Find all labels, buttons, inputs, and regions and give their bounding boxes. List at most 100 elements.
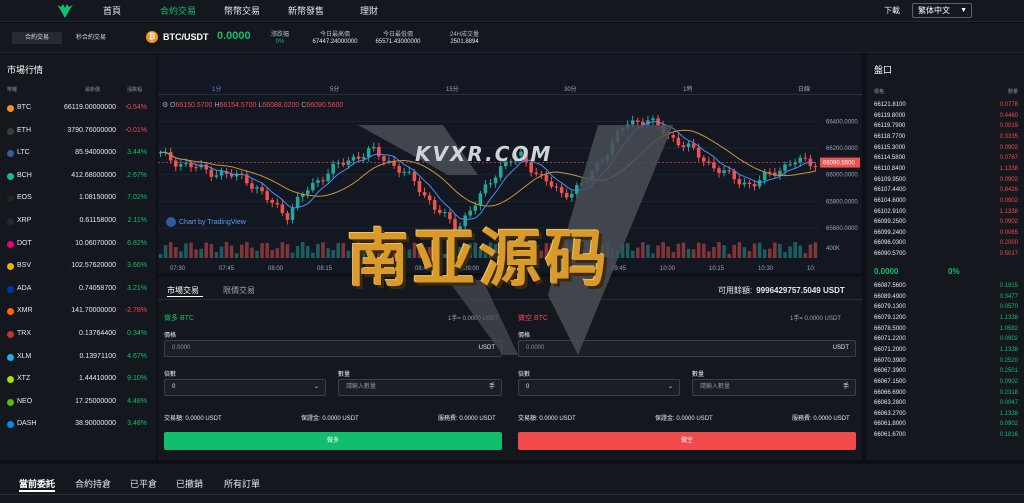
logo[interactable] (56, 3, 74, 21)
nav-home[interactable]: 首頁 (103, 0, 121, 22)
market-row-bch[interactable]: BCH 412.68000000 2.67% (0, 168, 156, 191)
bids-row[interactable]: 66067.3900 0.2501 (866, 368, 1024, 378)
asks-row[interactable]: 66119.8000 0.4460 (866, 113, 1024, 123)
tf-1m[interactable]: 1分 (212, 84, 221, 93)
market-row-ada[interactable]: ADA 0.74058700 3.21% (0, 281, 156, 304)
tradingview-brand[interactable]: Chart by TradingView (166, 217, 246, 227)
candle-body (727, 170, 731, 172)
asks-row[interactable]: 66118.7700 0.3335 (866, 134, 1024, 144)
candle-body (635, 120, 640, 122)
market-row-bsv[interactable]: BSV 102.57620000 3.66% (0, 258, 156, 281)
bids-row[interactable]: 66063.2800 0.0047 (866, 400, 1024, 410)
nav-spot[interactable]: 幣幣交易 (224, 0, 260, 22)
tf-1h[interactable]: 1時 (683, 84, 692, 93)
tab-all-orders[interactable]: 所有訂單 (224, 477, 260, 490)
mode-tab-seconds[interactable]: 秒合約交易 (64, 32, 118, 44)
asks-row[interactable]: 66096.0300 0.2000 (866, 240, 1024, 250)
asks-row[interactable]: 66121.8100 0.0778 (866, 102, 1024, 112)
volume-bar (189, 242, 193, 258)
bids-row[interactable]: 66089.4900 0.3477 (866, 294, 1024, 304)
tf-5m[interactable]: 5分 (330, 84, 339, 93)
asks-row[interactable]: 66090.5700 0.5017 (866, 251, 1024, 261)
volume-bar (417, 243, 422, 258)
tf-30m[interactable]: 30分 (564, 84, 577, 93)
tf-day[interactable]: 日線 (798, 84, 810, 93)
volume-bar (498, 252, 503, 258)
bids-row[interactable]: 66061.8000 0.0902 (866, 421, 1024, 431)
market-row-xtz[interactable]: XTZ 1.44410000 9.10% (0, 371, 156, 394)
market-row-ltc[interactable]: LTC 85.94000000 3.44% (0, 145, 156, 168)
nav-new-coins[interactable]: 新幣發售 (288, 0, 324, 22)
bids-qty: 1.0582 (999, 325, 1018, 332)
asks-row[interactable]: 66102.9100 1.1338 (866, 209, 1024, 219)
market-row-xrp[interactable]: XRP 0.61158000 2.11% (0, 213, 156, 236)
volume-value: 2501.8894 (450, 39, 479, 45)
market-row-xmr[interactable]: XMR 141.70000000 -2.78% (0, 303, 156, 326)
volume-bar (559, 248, 564, 258)
short-qty-input[interactable]: 請輸入數量 手 (692, 379, 856, 396)
asks-qty: 0.0902 (999, 176, 1018, 183)
market-row-dash[interactable]: DASH 38.90000000 3.48% (0, 416, 156, 439)
long-qty-input[interactable]: 請輸入數量 手 (338, 379, 502, 396)
tab-current-orders[interactable]: 當前委託 (19, 477, 55, 490)
asks-row[interactable]: 66099.2500 0.0902 (866, 219, 1024, 229)
bids-row[interactable]: 66070.3900 0.2520 (866, 358, 1024, 368)
market-row-btc[interactable]: BTC 66119.00000000 -0.54% (0, 100, 156, 123)
ticker-bar: 合約交易 秒合約交易 ₿ BTC/USDT 0.0000 漲跌幅 0% 今日最高… (0, 23, 1024, 53)
nav-finance[interactable]: 理財 (360, 0, 378, 22)
asks-row[interactable]: 66115.3000 0.0902 (866, 145, 1024, 155)
volume-bar (158, 254, 163, 258)
short-price-field[interactable]: 0.0000 USDT (518, 340, 856, 357)
asks-row[interactable]: 66104.6000 0.0902 (866, 198, 1024, 208)
asks-row[interactable]: 66099.2400 0.0065 (866, 230, 1024, 240)
bids-row[interactable]: 66078.5000 1.0582 (866, 326, 1024, 336)
tf-15m[interactable]: 15分 (446, 84, 459, 93)
volume-bar (727, 253, 731, 258)
long-leverage-select[interactable]: 0 ⌄ (164, 379, 326, 396)
asks-qty: 0.4460 (999, 112, 1018, 119)
coin-icon (7, 172, 14, 180)
market-row-eth[interactable]: ETH 3790.76000000 -0.01% (0, 123, 156, 146)
nav-contract[interactable]: 合約交易 (160, 0, 196, 22)
long-price-field[interactable]: 0.0000 USDT (164, 340, 502, 357)
market-row-dot[interactable]: DOT 10.06070000 6.82% (0, 236, 156, 259)
bids-row[interactable]: 66063.2700 1.1338 (866, 411, 1024, 421)
bids-row[interactable]: 66067.1500 0.0902 (866, 379, 1024, 389)
bids-row[interactable]: 66087.5600 0.1915 (866, 283, 1024, 293)
bids-row[interactable]: 66066.6900 0.2318 (866, 390, 1024, 400)
bids-row[interactable]: 66079.1200 1.1338 (866, 315, 1024, 325)
volume-bar (788, 246, 792, 258)
bids-row[interactable]: 66071.2200 0.0902 (866, 336, 1024, 346)
market-row-neo[interactable]: NEO 17.25000000 4.48% (0, 394, 156, 417)
bids-row[interactable]: 66061.6700 0.1816 (866, 432, 1024, 442)
market-change: -0.01% (124, 126, 147, 134)
asks-row[interactable]: 66107.4400 0.8426 (866, 187, 1024, 197)
asks-row[interactable]: 66109.9500 0.0902 (866, 177, 1024, 187)
time-tick-label: 09:30 (562, 266, 578, 272)
bids-row[interactable]: 66071.2000 1.1338 (866, 347, 1024, 357)
language-select[interactable]: 繁体中文 ▼ (912, 3, 972, 18)
market-row-xlm[interactable]: XLM 0.13971100 4.67% (0, 349, 156, 372)
tab-closed[interactable]: 已平倉 (130, 477, 157, 490)
mode-tab-contract[interactable]: 合約交易 (12, 32, 62, 44)
bids-qty: 0.0047 (999, 400, 1018, 407)
short-button[interactable]: 做空 (518, 432, 856, 450)
download-link[interactable]: 下載 (884, 0, 900, 22)
tab-positions[interactable]: 合約持倉 (75, 477, 111, 490)
asks-row[interactable]: 66110.8400 1.1338 (866, 166, 1024, 176)
volume-bar (270, 250, 275, 258)
asks-row[interactable]: 66119.7900 0.0019 (866, 123, 1024, 133)
bids-qty: 0.2520 (999, 357, 1018, 364)
short-leverage-select[interactable]: 0 ⌄ (518, 379, 680, 396)
market-change: 4.48% (127, 397, 147, 405)
market-row-trx[interactable]: TRX 0.13764400 0.34% (0, 326, 156, 349)
tab-cancelled[interactable]: 已撤銷 (176, 477, 203, 490)
candlestick-chart[interactable]: 66400.0000 66200.0000 66000.0000 65800.0000… (158, 98, 862, 273)
tab-limit-trade[interactable]: 限價交易 (223, 285, 255, 296)
long-button[interactable]: 做多 (164, 432, 502, 450)
asks-row[interactable]: 66114.5800 0.0787 (866, 155, 1024, 165)
market-row-eos[interactable]: EOS 1.08150000 7.02% (0, 190, 156, 213)
pair-name[interactable]: BTC/USDT (163, 32, 209, 42)
bids-row[interactable]: 66079.1300 0.0570 (866, 304, 1024, 314)
tab-market-trade[interactable]: 市場交易 (167, 285, 199, 296)
